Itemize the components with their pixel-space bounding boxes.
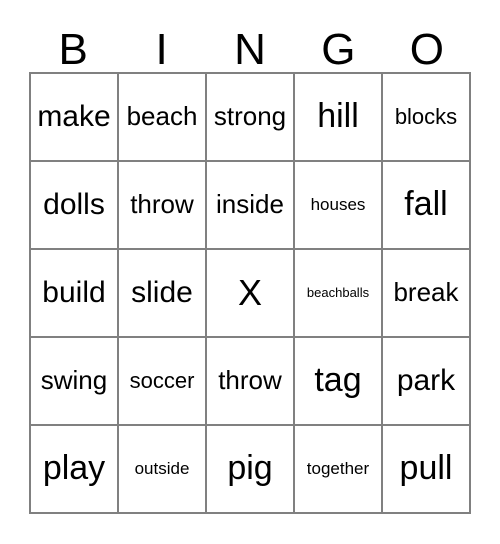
bingo-cell[interactable]: play: [31, 426, 119, 514]
bingo-row: swing soccer throw tag park: [31, 338, 471, 426]
bingo-cell-word: beach: [126, 101, 198, 132]
bingo-header-letter-o: O: [383, 20, 471, 72]
free-space-x-mark: X: [237, 272, 262, 314]
bingo-cell[interactable]: swing: [31, 338, 119, 426]
bingo-row: dolls throw inside houses fall: [31, 162, 471, 250]
bingo-cell-word: throw: [130, 189, 194, 220]
bingo-cell-word: soccer: [129, 368, 195, 394]
bingo-cell-word: blocks: [394, 104, 458, 130]
bingo-cell[interactable]: strong: [207, 74, 295, 162]
bingo-cell[interactable]: hill: [295, 74, 383, 162]
bingo-header-letter-i: I: [117, 20, 205, 72]
bingo-row: build slide X beachballs break: [31, 250, 471, 338]
header-letter: O: [409, 25, 444, 74]
bingo-cell-word: break: [393, 277, 459, 308]
bingo-cell-word: fall: [404, 185, 448, 224]
bingo-cell[interactable]: make: [31, 74, 119, 162]
bingo-cell[interactable]: pull: [383, 426, 471, 514]
header-letter: I: [155, 25, 168, 74]
header-letter: N: [234, 25, 266, 74]
bingo-grid: make beach strong hill blocks dolls thro…: [29, 72, 471, 514]
bingo-cell[interactable]: houses: [295, 162, 383, 250]
bingo-cell-word: slide: [131, 276, 193, 310]
bingo-row: play outside pig together pull: [31, 426, 471, 514]
bingo-cell[interactable]: inside: [207, 162, 295, 250]
bingo-cell-word: together: [306, 459, 370, 479]
bingo-cell-word: park: [396, 364, 456, 398]
bingo-cell[interactable]: slide: [119, 250, 207, 338]
bingo-cell-word: dolls: [43, 188, 105, 222]
bingo-cell-word: hill: [317, 97, 359, 136]
bingo-card: B I N G O make beach strong hill blocks …: [29, 20, 471, 514]
bingo-header-letter-b: B: [29, 20, 117, 72]
bingo-cell-word: beachballs: [306, 285, 370, 301]
bingo-cell[interactable]: beachballs: [295, 250, 383, 338]
bingo-header-letter-g: G: [294, 20, 382, 72]
bingo-cell[interactable]: park: [383, 338, 471, 426]
bingo-cell[interactable]: pig: [207, 426, 295, 514]
bingo-cell-word: build: [42, 276, 106, 310]
bingo-cell-word: strong: [213, 101, 287, 132]
bingo-header-letter-n: N: [206, 20, 294, 72]
bingo-cell-free-space[interactable]: X: [207, 250, 295, 338]
bingo-cell[interactable]: throw: [207, 338, 295, 426]
bingo-header: B I N G O: [29, 20, 471, 72]
bingo-cell-word: swing: [40, 365, 108, 396]
bingo-cell[interactable]: blocks: [383, 74, 471, 162]
bingo-cell-word: make: [37, 100, 111, 134]
bingo-cell[interactable]: throw: [119, 162, 207, 250]
bingo-cell-word: pull: [399, 449, 453, 488]
bingo-cell-word: throw: [218, 365, 282, 396]
bingo-cell-word: inside: [216, 189, 284, 220]
bingo-row: make beach strong hill blocks: [31, 74, 471, 162]
header-letter: B: [58, 25, 88, 74]
bingo-cell[interactable]: build: [31, 250, 119, 338]
bingo-cell[interactable]: fall: [383, 162, 471, 250]
bingo-cell[interactable]: outside: [119, 426, 207, 514]
bingo-cell[interactable]: dolls: [31, 162, 119, 250]
bingo-cell[interactable]: beach: [119, 74, 207, 162]
bingo-cell-word: pig: [227, 449, 273, 488]
header-letter: G: [321, 25, 356, 74]
bingo-cell-word: outside: [134, 459, 190, 479]
bingo-cell[interactable]: soccer: [119, 338, 207, 426]
bingo-cell[interactable]: tag: [295, 338, 383, 426]
bingo-cell-word: tag: [314, 361, 362, 400]
bingo-cell-word: houses: [310, 195, 366, 215]
bingo-cell-word: play: [42, 449, 106, 488]
bingo-cell[interactable]: together: [295, 426, 383, 514]
bingo-cell[interactable]: break: [383, 250, 471, 338]
